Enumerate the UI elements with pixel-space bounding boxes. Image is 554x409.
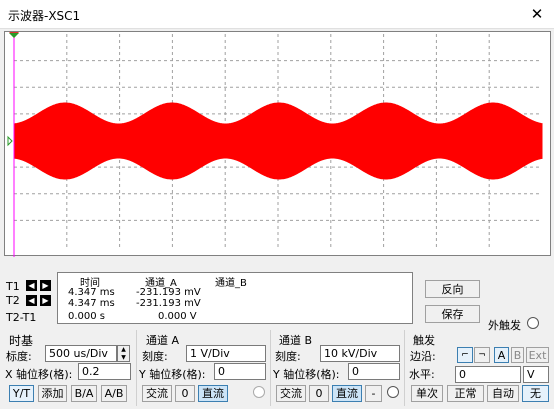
channel-b-terminal[interactable]	[387, 386, 399, 398]
close-button[interactable]: ✕	[526, 4, 548, 24]
rising-edge-icon[interactable]: ⌐	[457, 347, 473, 363]
timebase-xpos-label: X 轴位移(格):	[5, 368, 73, 381]
t1-left-arrow-icon[interactable]: ◀	[26, 280, 37, 291]
timebase-xpos-field[interactable]: 0.2	[78, 363, 131, 380]
readout-t2-time: 4.347 ms	[68, 298, 115, 309]
trigger-level-unit[interactable]: V	[523, 366, 549, 383]
readout-t2-a: -231.193 mV	[136, 298, 201, 309]
trigger-level-label: 水平:	[409, 368, 435, 381]
add-mode-button[interactable]: 添加	[38, 385, 67, 402]
channel-a-level-marker	[7, 135, 13, 147]
save-button[interactable]: 保存	[425, 305, 480, 323]
spin-down-icon[interactable]: ▼	[118, 354, 129, 362]
channel-b-ypos-field[interactable]: 0	[348, 363, 400, 380]
cursor-t1-label: T1	[6, 280, 20, 293]
timebase-title: 时基	[9, 334, 34, 348]
ext-trigger-label: 外触发	[488, 319, 521, 332]
channel-a-zero-button[interactable]: 0	[175, 385, 195, 402]
channel-b-scale-field[interactable]: 10 kV/Div	[320, 345, 400, 362]
readout-delta-a: 0.000 V	[158, 311, 197, 322]
cursor-t2-marker	[9, 33, 19, 38]
channel-b-ac-button[interactable]: 交流	[276, 385, 306, 402]
ba-mode-button[interactable]: B/A	[71, 385, 97, 402]
channel-a-ac-button[interactable]: 交流	[142, 385, 172, 402]
channel-a-waveform	[13, 102, 543, 180]
trigger-auto-button[interactable]: 自动	[487, 385, 519, 402]
t1-right-arrow-icon[interactable]: ▶	[40, 280, 51, 291]
trigger-source-a-button[interactable]: A	[494, 347, 509, 363]
reverse-button[interactable]: 反向	[425, 280, 480, 298]
channel-b-scale-label: 刻度:	[275, 350, 301, 363]
trigger-source-ext-button[interactable]: Ext	[526, 347, 549, 363]
divider	[404, 330, 405, 406]
channel-b-invert-button[interactable]: -	[365, 385, 382, 402]
trigger-source-b-button[interactable]: B	[511, 347, 524, 363]
divider	[136, 330, 137, 406]
trigger-single-button[interactable]: 单次	[411, 385, 443, 402]
channel-a-dc-button[interactable]: 直流	[198, 385, 228, 402]
falling-edge-icon[interactable]: ¬	[474, 347, 490, 363]
channel-a-scale-label: 刻度:	[142, 350, 168, 363]
channel-a-scale-field[interactable]: 1 V/Div	[186, 345, 266, 362]
cursor-t2-label: T2	[6, 294, 20, 307]
divider	[270, 330, 271, 406]
channel-b-zero-button[interactable]: 0	[309, 385, 329, 402]
timebase-spinner[interactable]: ▲ ▼	[117, 345, 130, 362]
readout-t1-a: -231.193 mV	[136, 287, 201, 298]
channel-a-ypos-label: Y 轴位移(格):	[139, 368, 206, 381]
ext-trigger-terminal[interactable]	[527, 317, 539, 329]
channel-a-title: 通道 A	[146, 334, 180, 347]
trigger-edge-label: 边沿:	[410, 350, 436, 363]
timebase-scale-label: 标度:	[6, 350, 32, 363]
channel-b-dc-button[interactable]: 直流	[332, 385, 362, 402]
measurement-readout: 时间 通道_A 通道_B 4.347 ms -231.193 mV 4.347 …	[57, 272, 413, 324]
timebase-scale-field[interactable]: 500 us/Div	[45, 345, 117, 362]
trigger-level-field[interactable]: 0	[455, 366, 521, 383]
channel-a-ypos-field[interactable]: 0	[214, 363, 266, 380]
yt-mode-button[interactable]: Y/T	[9, 385, 34, 402]
oscilloscope-display	[7, 32, 543, 257]
window-title: 示波器-XSC1	[8, 9, 81, 23]
title-bar: 示波器-XSC1 ✕	[0, 0, 554, 29]
t2-left-arrow-icon[interactable]: ◀	[26, 295, 37, 306]
readout-header-ch-b: 通道_B	[215, 278, 247, 289]
trigger-title: 触发	[413, 334, 435, 347]
trigger-none-button[interactable]: 无	[522, 385, 549, 402]
readout-t1-time: 4.347 ms	[68, 287, 115, 298]
t2-right-arrow-icon[interactable]: ▶	[40, 295, 51, 306]
channel-b-title: 通道 B	[279, 334, 313, 347]
spin-up-icon[interactable]: ▲	[118, 346, 129, 354]
readout-delta-time: 0.000 s	[68, 311, 106, 322]
channel-a-terminal[interactable]	[253, 386, 265, 398]
trigger-normal-button[interactable]: 正常	[447, 385, 484, 402]
ab-mode-button[interactable]: A/B	[101, 385, 127, 402]
delta-t2-t1-label: T2-T1	[6, 311, 37, 324]
channel-b-ypos-label: Y 轴位移(格):	[273, 368, 340, 381]
oscilloscope-screen	[4, 31, 551, 257]
